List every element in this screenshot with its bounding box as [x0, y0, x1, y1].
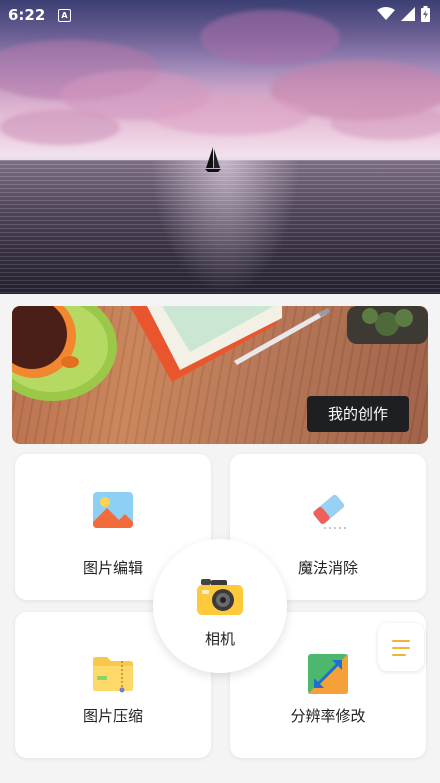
sailboat-icon [205, 147, 221, 172]
menu-button[interactable] [378, 623, 424, 671]
hero-image [0, 0, 440, 294]
image-compress-label: 图片压缩 [82, 707, 143, 725]
image-edit-icon [93, 492, 133, 528]
camera-label: 相机 [204, 630, 235, 648]
battery-icon [421, 6, 430, 22]
status-bar: 6:22 A [0, 0, 440, 30]
resolution-change-label: 分辨率修改 [290, 707, 366, 725]
camera-button[interactable]: 相机 [153, 539, 287, 673]
compress-folder-icon [93, 657, 133, 693]
my-creations-button[interactable]: 我的创作 [307, 396, 409, 432]
camera-icon [197, 579, 243, 615]
status-time: 6:22 [8, 6, 46, 24]
signal-icon [401, 7, 415, 21]
notification-a-icon: A [58, 9, 71, 22]
resolution-resize-icon [308, 654, 348, 694]
desk-banner[interactable]: 我的创作 [12, 306, 428, 444]
wifi-icon [377, 7, 395, 20]
eraser-icon [313, 494, 346, 529]
